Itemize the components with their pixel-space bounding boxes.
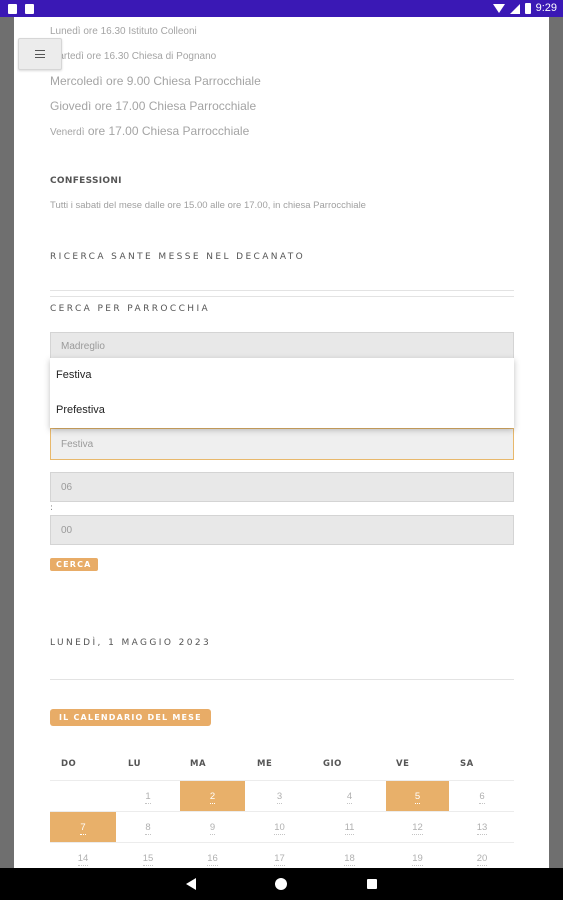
calendar-day-cell[interactable]: 6 bbox=[450, 781, 514, 812]
calendar-day-number: 12 bbox=[412, 822, 423, 835]
calendar-day-cell[interactable]: 4 bbox=[314, 781, 385, 812]
calendar-day-cell[interactable]: 2 bbox=[180, 781, 245, 812]
calendar-day-number: 15 bbox=[142, 853, 154, 866]
schedule-line: Giovedì ore 17.00 Chiesa Parrocchiale bbox=[50, 99, 257, 113]
search-decanato-title: RICERCA SANTE MESSE NEL DECANATO bbox=[50, 252, 306, 262]
calendar-day-number: 20 bbox=[476, 853, 488, 866]
calendar-day-cell[interactable]: 15 bbox=[117, 843, 179, 868]
calendar-week-row: 14 15 16 17 18 19 20 bbox=[50, 842, 514, 868]
calendar-day-number: 17 bbox=[274, 853, 285, 866]
calendar-day-number: 6 bbox=[479, 791, 485, 804]
calendar-month-button[interactable]: IL CALENDARIO DEL MESE bbox=[50, 709, 211, 726]
calendar-day-cell[interactable]: 9 bbox=[180, 812, 245, 843]
calendar-day-cell[interactable]: 1 bbox=[117, 781, 179, 812]
divider bbox=[50, 290, 514, 291]
calendar-day-number: 13 bbox=[476, 822, 488, 835]
calendar-day-number: 7 bbox=[80, 822, 86, 835]
dropdown-option-prefestiva[interactable]: Prefestiva bbox=[50, 393, 514, 428]
calendar-day-number: 9 bbox=[209, 822, 216, 835]
mass-type-dropdown: Festiva Prefestiva bbox=[50, 358, 514, 428]
notification-icon bbox=[25, 3, 34, 14]
calendar-day-cell[interactable]: 8 bbox=[117, 812, 179, 843]
divider bbox=[50, 679, 514, 680]
weekday-header: VE bbox=[396, 759, 410, 769]
minute-select[interactable]: 00 bbox=[50, 515, 514, 545]
mass-type-select[interactable]: Festiva bbox=[50, 428, 514, 460]
search-button[interactable]: CERCA bbox=[50, 558, 98, 571]
calendar-day-number: 16 bbox=[207, 853, 218, 866]
calendar-day-cell[interactable]: 12 bbox=[386, 812, 449, 843]
calendar-day-number: 10 bbox=[274, 822, 285, 835]
home-icon[interactable] bbox=[275, 878, 287, 890]
calendar-day-number: 8 bbox=[145, 822, 151, 835]
dropdown-option-festiva[interactable]: Festiva bbox=[50, 358, 514, 393]
time-separator: : bbox=[50, 503, 54, 513]
calendar-day-cell[interactable]: 14 bbox=[50, 843, 116, 868]
battery-icon bbox=[524, 3, 531, 14]
calendar-day-number: 4 bbox=[346, 791, 353, 804]
hour-select[interactable]: 06 bbox=[50, 472, 514, 502]
calendar-day-cell[interactable]: 16 bbox=[180, 843, 245, 868]
schedule-line: Lunedì ore 16.30 Istituto Colleoni bbox=[50, 26, 197, 37]
weekday-header: DO bbox=[61, 759, 77, 769]
page: Lunedì ore 16.30 Istituto Colleoni Marte… bbox=[14, 17, 549, 868]
calendar-day-cell[interactable]: 19 bbox=[386, 843, 449, 868]
confessioni-title: CONFESSIONI bbox=[50, 176, 122, 186]
search-parish-title: CERCA PER PARROCCHIA bbox=[50, 304, 211, 314]
status-bar: 9:29 bbox=[0, 0, 563, 17]
navigation-bar bbox=[0, 868, 563, 900]
calendar-day-cell[interactable]: 3 bbox=[246, 781, 313, 812]
calendar-empty-cell bbox=[50, 781, 116, 812]
calendar-day-cell[interactable]: 17 bbox=[246, 843, 313, 868]
wifi-icon bbox=[492, 4, 505, 13]
calendar-day-number: 5 bbox=[414, 791, 421, 804]
calendar-day-cell[interactable]: 20 bbox=[450, 843, 514, 868]
schedule-line: Mercoledì ore 9.00 Chiesa Parrocchiale bbox=[50, 74, 261, 88]
calendar-day-cell[interactable]: 11 bbox=[314, 812, 385, 843]
schedule-detail: ore 17.00 Chiesa Parrocchiale bbox=[84, 124, 250, 138]
date-title: LUNEDÌ, 1 MAGGIO 2023 bbox=[50, 638, 212, 648]
schedule-line: Venerdì ore 17.00 Chiesa Parrocchiale bbox=[50, 124, 249, 138]
confessioni-text: Tutti i sabati del mese dalle ore 15.00 … bbox=[50, 200, 366, 211]
schedule-day: Venerdì bbox=[50, 127, 85, 138]
recent-apps-icon[interactable] bbox=[367, 879, 377, 889]
calendar-day-cell[interactable]: 10 bbox=[246, 812, 313, 843]
menu-button[interactable] bbox=[18, 38, 62, 70]
signal-icon bbox=[509, 3, 520, 14]
calendar-day-cell[interactable]: 18 bbox=[314, 843, 385, 868]
calendar-day-number: 1 bbox=[145, 791, 151, 804]
weekday-header: ME bbox=[257, 759, 273, 769]
calendar-day-number: 14 bbox=[77, 853, 89, 866]
status-time: 9:29 bbox=[535, 2, 557, 14]
calendar-day-number: 11 bbox=[344, 822, 355, 835]
calendar-day-cell[interactable]: 5 bbox=[386, 781, 449, 812]
weekday-header: SA bbox=[460, 759, 474, 769]
calendar-day-number: 2 bbox=[209, 791, 216, 804]
weekday-header: LU bbox=[128, 759, 142, 769]
schedule-line: Martedì ore 16.30 Chiesa di Pognano bbox=[50, 51, 217, 62]
calendar-day-cell[interactable]: 13 bbox=[450, 812, 514, 843]
calendar-day-number: 3 bbox=[276, 791, 283, 804]
calendar-day-number: 18 bbox=[344, 853, 355, 866]
weekday-header: GIO bbox=[323, 759, 342, 769]
weekday-header: MA bbox=[190, 759, 207, 769]
sd-card-icon bbox=[8, 3, 17, 14]
calendar-week-row: 1 2 3 4 5 6 bbox=[50, 780, 514, 812]
parish-select[interactable]: Madreglio bbox=[50, 332, 514, 360]
hamburger-icon bbox=[35, 50, 45, 58]
back-icon[interactable] bbox=[186, 878, 196, 890]
calendar-day-number: 19 bbox=[412, 853, 423, 866]
divider bbox=[50, 296, 514, 297]
calendar-day-cell[interactable]: 7 bbox=[50, 812, 116, 843]
calendar-week-row: 7 8 9 10 11 12 13 bbox=[50, 811, 514, 843]
